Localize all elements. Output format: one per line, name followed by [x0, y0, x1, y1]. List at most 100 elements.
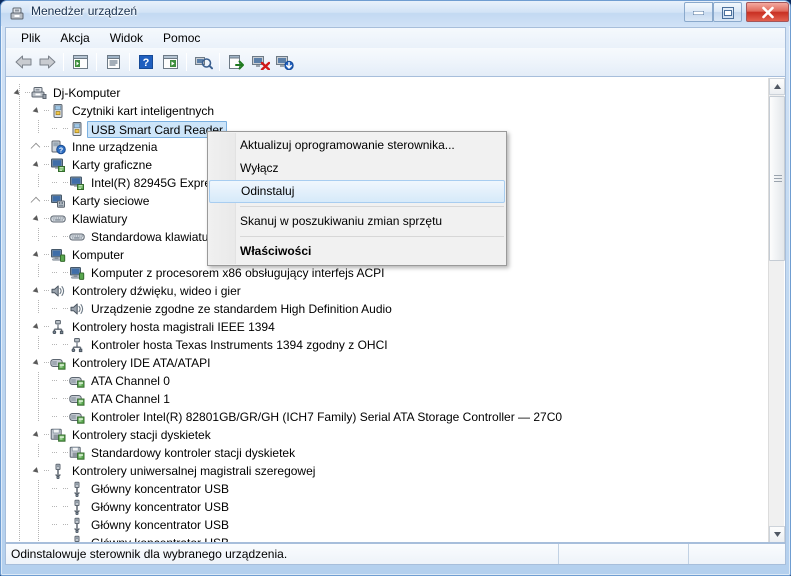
tree-connector-line [38, 444, 39, 458]
scrollbar-thumb[interactable] [769, 96, 785, 261]
status-pane-2 [559, 544, 689, 564]
maximize-button[interactable] [713, 2, 742, 22]
ctx-properties[interactable]: Właściwości [208, 240, 506, 263]
tree-item[interactable]: Główny koncentrator USB [52, 534, 233, 542]
svg-text:?: ? [59, 147, 63, 154]
vertical-scrollbar[interactable] [768, 78, 785, 542]
view-icon[interactable] [158, 51, 182, 74]
tree-item[interactable]: Karty sieciowe [33, 192, 153, 210]
tree-item-label: Dj-Komputer [53, 86, 121, 100]
tree-connector-stub [52, 516, 63, 534]
tree-expand-arrow-open[interactable] [33, 462, 44, 480]
tree-item[interactable]: Główny koncentrator USB [52, 480, 233, 498]
tree-item[interactable]: Standardowy kontroler stacji dyskietek [52, 444, 299, 462]
tree-item-label: Urządzenie zgodne ze standardem High Def… [91, 302, 392, 316]
display-adapter-icon [50, 157, 66, 173]
update-driver-icon[interactable] [224, 51, 248, 74]
tree-connector-stub [52, 444, 63, 462]
tree-expand-arrow-open[interactable] [33, 156, 44, 174]
ide-controller-icon [50, 355, 66, 371]
tree-item[interactable]: ATA Channel 0 [52, 372, 174, 390]
tree-expand-arrow-open[interactable] [14, 84, 25, 102]
tree-item[interactable]: Główny koncentrator USB [52, 498, 233, 516]
forward-icon[interactable] [35, 51, 59, 74]
tree-expand-arrow-closed[interactable] [33, 138, 44, 156]
show-hide-console-tree-icon[interactable] [68, 51, 92, 74]
toolbar-separator-5 [219, 53, 220, 71]
tree-item-selected[interactable]: USB Smart Card Reader [52, 120, 228, 138]
scroll-down-button[interactable] [769, 526, 785, 542]
tree-item[interactable]: Czytniki kart inteligentnych [33, 102, 218, 120]
floppy-controller-icon [50, 427, 66, 443]
tree-item-label: Główny koncentrator USB [91, 500, 230, 514]
tree-item-label: Klawiatury [72, 212, 128, 226]
tree-item[interactable]: Komputer [33, 246, 128, 264]
tree-connector-stub [52, 264, 63, 282]
tree-item[interactable]: Klawiatury [33, 210, 131, 228]
tree-item[interactable]: Dj-Komputer [14, 84, 124, 102]
tree-item-label: Kontrolery dźwięku, wideo i gier [72, 284, 241, 298]
tree-item[interactable]: Główny koncentrator USB [52, 516, 233, 534]
tree-connector-stub [52, 534, 63, 542]
tree-connector-line [19, 84, 20, 542]
tree-item[interactable]: Kontrolery uniwersalnej magistrali szere… [33, 462, 319, 480]
ctx-disable[interactable]: Wyłącz [208, 157, 506, 180]
tree-expand-arrow-open[interactable] [33, 102, 44, 120]
usb-controller-icon [69, 517, 85, 533]
tree-item[interactable]: Urządzenie zgodne ze standardem High Def… [52, 300, 396, 318]
tree-connector-stub [52, 336, 63, 354]
menu-pomoc[interactable]: Pomoc [154, 29, 209, 47]
tree-expand-arrow-open[interactable] [33, 354, 44, 372]
uninstall-device-icon[interactable] [272, 51, 296, 74]
tree-expand-arrow-open[interactable] [33, 246, 44, 264]
tree-connector-stub [52, 372, 63, 390]
properties-icon[interactable] [101, 51, 125, 74]
tree-connector-stub [63, 228, 69, 246]
device-context-menu: Aktualizuj oprogramowanie sterownika... W… [207, 131, 507, 266]
tree-item-label: Kontrolery IDE ATA/ATAPI [72, 356, 211, 370]
usb-controller-icon [69, 499, 85, 515]
tree-connector-line [38, 336, 39, 350]
tree-connector-stub [63, 444, 69, 462]
menu-plik[interactable]: Plik [12, 29, 49, 47]
tree-item[interactable]: ATA Channel 1 [52, 390, 174, 408]
tree-item[interactable]: ? Inne urządzenia [33, 138, 161, 156]
tree-connector-stub [63, 390, 69, 408]
scan-hardware-changes-icon[interactable] [191, 51, 215, 74]
close-button[interactable] [746, 2, 789, 22]
context-menu-items: Aktualizuj oprogramowanie sterownika... W… [208, 134, 506, 263]
tree-connector-stub [44, 102, 50, 120]
tree-connector-stub [44, 138, 50, 156]
help-icon[interactable]: ? [134, 51, 158, 74]
ctx-update-driver[interactable]: Aktualizuj oprogramowanie sterownika... [208, 134, 506, 157]
tree-item[interactable]: Komputer z procesorem x86 obsługujący in… [52, 264, 388, 282]
menu-akcja[interactable]: Akcja [51, 29, 98, 47]
tree-item[interactable]: Kontrolery dźwięku, wideo i gier [33, 282, 245, 300]
tree-connector-line [38, 264, 39, 278]
tree-item[interactable]: Kontroler Intel(R) 82801GB/GR/GH (ICH7 F… [52, 408, 566, 426]
tree-expand-arrow-open[interactable] [33, 282, 44, 300]
tree-expand-arrow-open[interactable] [33, 426, 44, 444]
tree-expand-arrow-open[interactable] [33, 318, 44, 336]
tree-item[interactable]: Karty graficzne [33, 156, 156, 174]
tree-item-label: Komputer [72, 248, 125, 262]
scroll-up-button[interactable] [769, 78, 785, 95]
tree-item-label: Karty graficzne [72, 158, 153, 172]
disable-device-icon[interactable] [248, 51, 272, 74]
back-icon[interactable] [11, 51, 35, 74]
tree-item[interactable]: Kontrolery stacji dyskietek [33, 426, 215, 444]
tree-expand-arrow-closed[interactable] [33, 192, 44, 210]
tree-item-label: Kontrolery stacji dyskietek [72, 428, 211, 442]
tree-item[interactable]: Kontrolery hosta magistrali IEEE 1394 [33, 318, 279, 336]
tree-connector-stub [63, 300, 69, 318]
minimize-button[interactable] [684, 2, 713, 22]
tree-connector-stub [44, 246, 50, 264]
ctx-scan-hardware[interactable]: Skanuj w poszukiwaniu zmian sprzętu [208, 210, 506, 233]
usb-controller-icon [69, 481, 85, 497]
tree-item[interactable]: Kontroler hosta Texas Instruments 1394 z… [52, 336, 392, 354]
ctx-uninstall[interactable]: Odinstaluj [209, 180, 505, 203]
tree-expand-arrow-open[interactable] [33, 210, 44, 228]
tree-connector-stub [63, 264, 69, 282]
tree-item[interactable]: Kontrolery IDE ATA/ATAPI [33, 354, 215, 372]
menu-widok[interactable]: Widok [101, 29, 152, 47]
